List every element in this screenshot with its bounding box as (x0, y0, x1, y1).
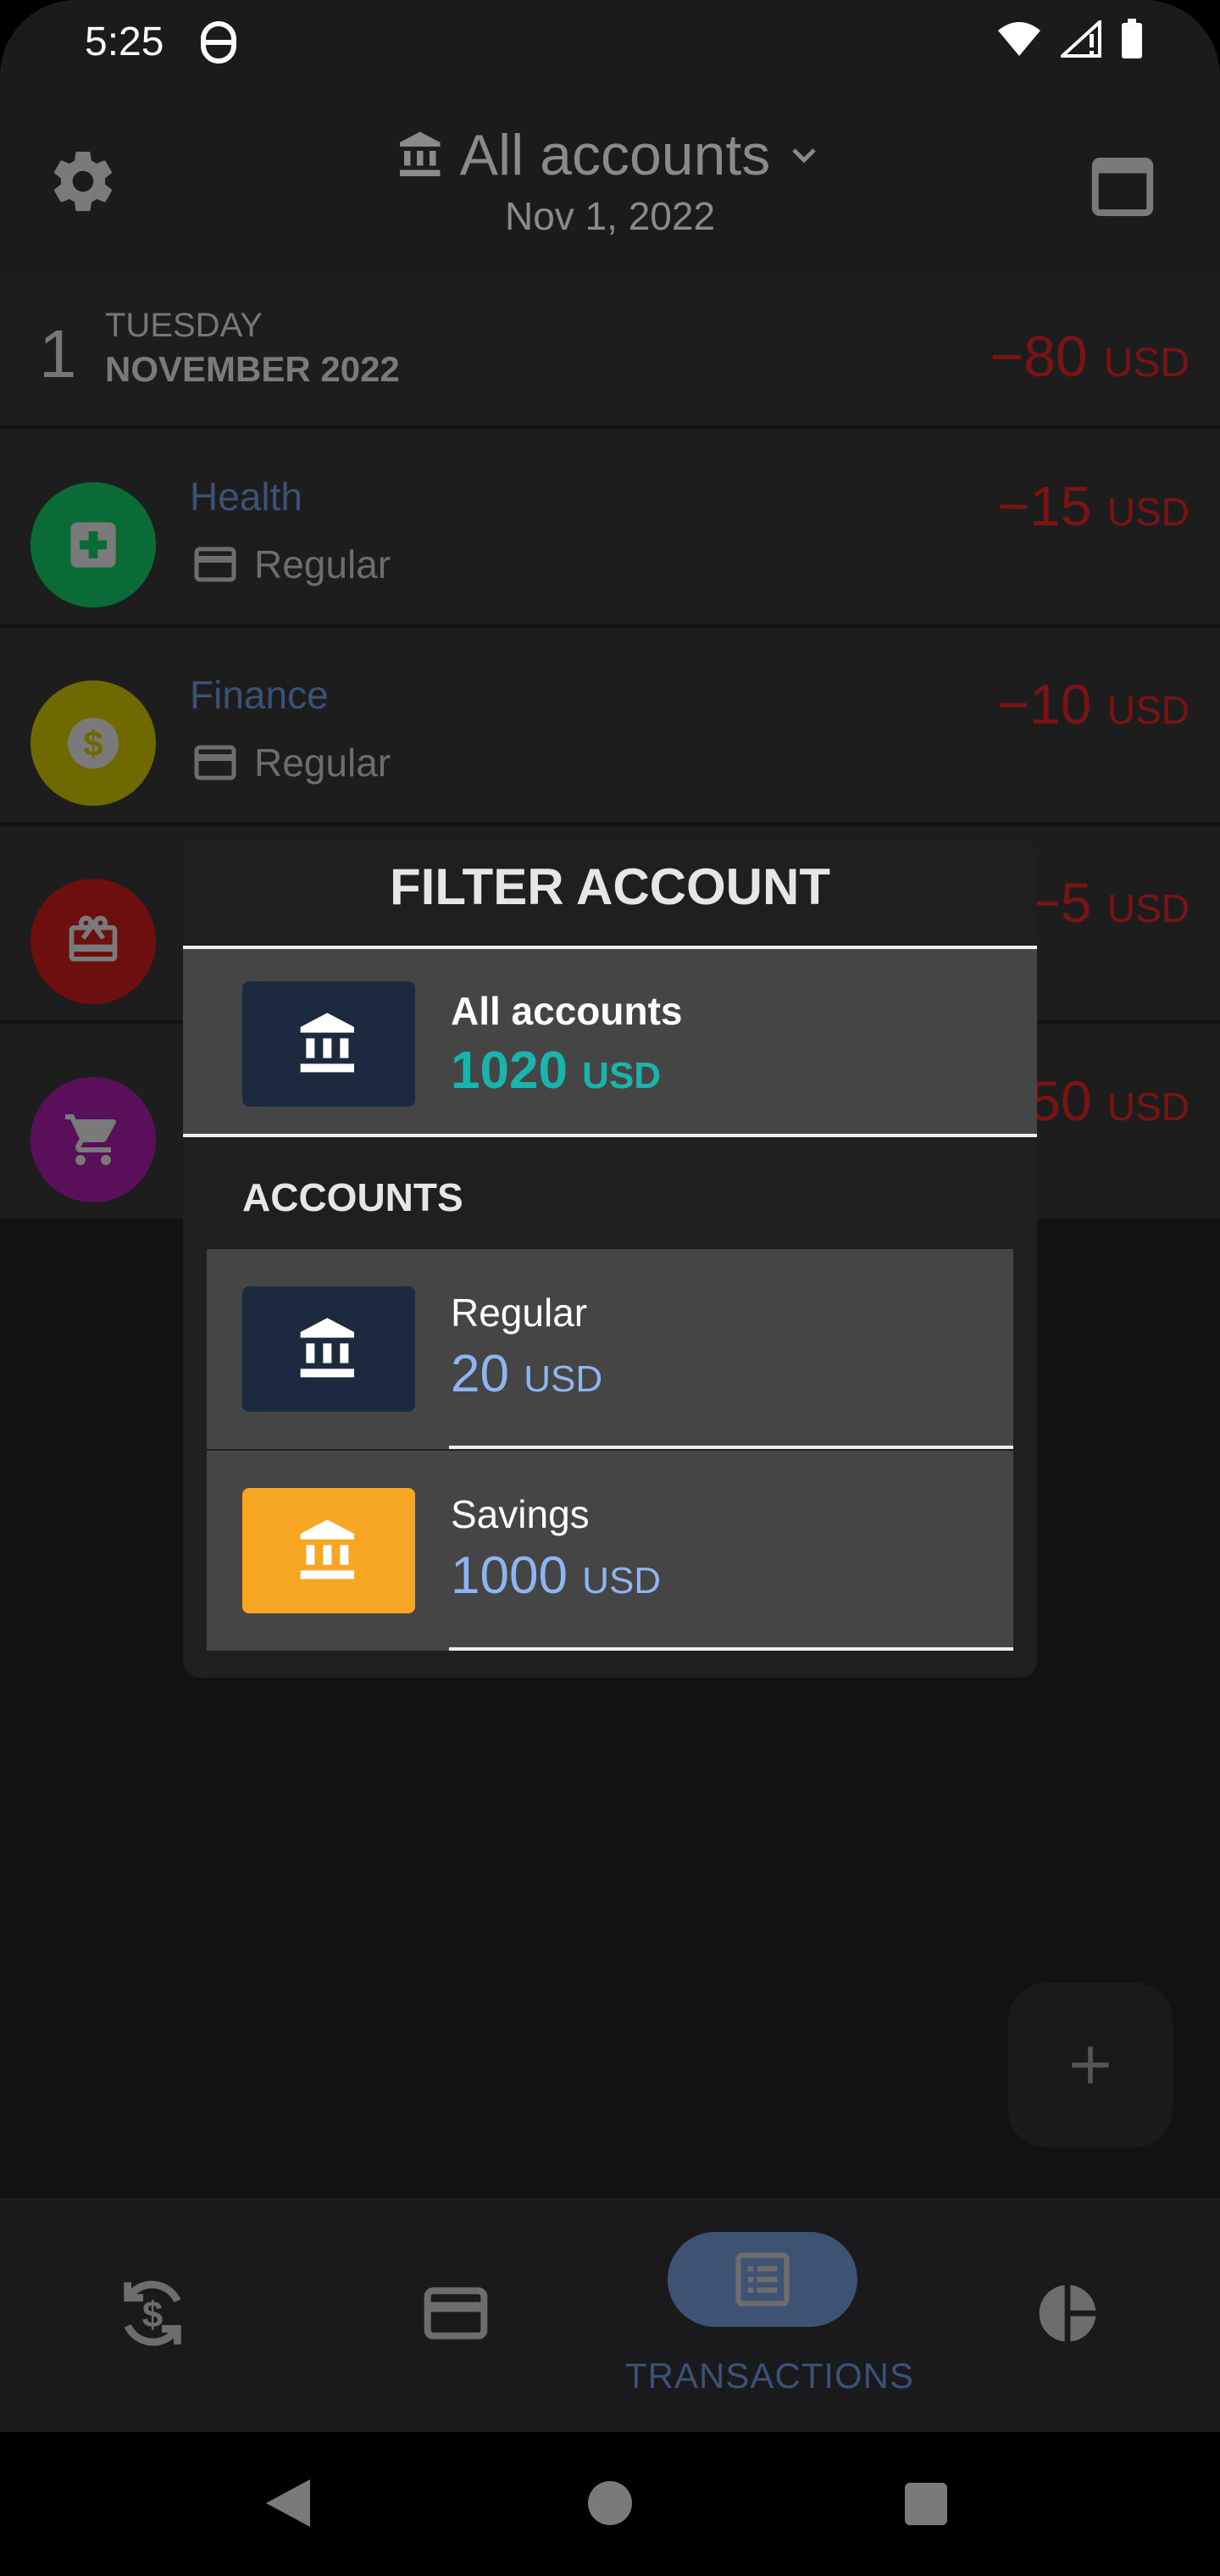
day-number: 1 (39, 316, 77, 391)
nav-item-transactions[interactable] (668, 2232, 857, 2327)
plus-icon (1072, 2046, 1109, 2084)
divider (449, 1446, 1013, 1449)
account-selector[interactable]: All accounts (0, 122, 1220, 188)
category-circle: $ (30, 680, 156, 806)
credit-card-icon (424, 2287, 488, 2340)
bank-icon (399, 131, 441, 176)
system-navigation-bar (0, 2432, 1220, 2576)
dialog-title: FILTER ACCOUNT (390, 858, 830, 915)
gift-icon (69, 915, 118, 962)
medical-cross-icon (70, 522, 116, 568)
amount-currency: USD (1106, 886, 1190, 930)
account-tile (242, 1286, 415, 1412)
bank-icon (300, 1519, 354, 1579)
calendar-icon[interactable] (1086, 146, 1159, 222)
nav-label-transactions: TRANSACTIONS (625, 2356, 915, 2396)
status-icons (996, 19, 1144, 59)
amount-value: −15 (996, 475, 1092, 537)
amount-value: −10 (996, 673, 1092, 736)
transaction-row[interactable]: Health Regular −15 USD (0, 427, 1220, 624)
category-circle (30, 879, 156, 1004)
account-tile (242, 981, 415, 1107)
balance-value: 20 (451, 1345, 509, 1403)
nav-item-statistics[interactable] (915, 2198, 1220, 2432)
category-circle (30, 482, 156, 608)
status-bar: 5:25 (0, 0, 1220, 85)
cellular-signal-icon (1061, 20, 1101, 58)
header-title: All accounts (459, 123, 771, 187)
nav-item-accounts[interactable] (305, 2198, 610, 2432)
svg-text:$: $ (83, 724, 103, 763)
app-header: All accounts Nov 1, 2022 (0, 85, 1220, 273)
home-circle-icon[interactable] (586, 2479, 634, 2527)
transactions-list-icon (735, 2252, 790, 2307)
credit-card-icon (194, 547, 236, 582)
app-notification-icon (201, 21, 236, 64)
bottom-navigation: $ TRANSACTIONS (0, 2198, 1220, 2432)
transaction-amount: −5 USD (1028, 870, 1190, 935)
transaction-account: Regular (193, 740, 391, 786)
transaction-row[interactable]: $ Finance Regular −10 USD (0, 625, 1220, 822)
accounts-section-label: ACCOUNTS (242, 1175, 463, 1219)
all-accounts-option[interactable]: All accounts 1020 USD (183, 946, 1037, 1137)
balance-value: 1020 (451, 1041, 568, 1100)
category-circle (30, 1077, 156, 1202)
balance-value: 1000 (451, 1546, 568, 1605)
dollar-coin-icon: $ (68, 718, 119, 769)
account-option-regular[interactable]: Regular 20 USD (207, 1249, 1013, 1449)
transaction-account: Regular (193, 541, 391, 587)
shopping-cart-icon (65, 1114, 117, 1165)
account-balance: 1000 USD (451, 1546, 661, 1606)
recurring-dollar-icon: $ (124, 2280, 181, 2346)
day-total-currency: USD (1103, 341, 1190, 386)
all-accounts-name: All accounts (451, 989, 683, 1033)
day-month: NOVEMBER 2022 (105, 349, 400, 389)
transaction-account-name: Regular (254, 741, 391, 785)
transaction-category: Finance (190, 673, 329, 717)
amount-currency: USD (1106, 490, 1190, 534)
recents-square-icon[interactable] (903, 2481, 949, 2527)
account-name: Regular (451, 1291, 588, 1335)
transaction-amount: 50 USD (1029, 1069, 1190, 1133)
bank-icon (300, 1318, 354, 1378)
nav-item-recurring[interactable]: $ (0, 2198, 305, 2432)
account-name: Savings (451, 1492, 590, 1536)
all-accounts-balance: 1020 USD (451, 1041, 661, 1101)
pie-chart-icon (1039, 2285, 1096, 2342)
chevron-down-icon (792, 148, 817, 164)
wifi-icon (998, 22, 1040, 56)
day-weekday: TUESDAY (105, 307, 263, 344)
divider (449, 1647, 1013, 1651)
balance-currency: USD (524, 1358, 603, 1400)
transaction-amount: −15 USD (997, 474, 1190, 538)
amount-value: −5 (1028, 871, 1092, 934)
day-total-amount: −80 (990, 325, 1088, 389)
amount-value: 50 (1029, 1069, 1092, 1132)
battery-icon (1122, 19, 1142, 58)
day-group-header: 1 TUESDAY NOVEMBER 2022 −80 USD (0, 273, 1220, 425)
account-option-savings[interactable]: Savings 1000 USD (207, 1451, 1013, 1651)
credit-card-icon (194, 745, 236, 780)
header-date: Nov 1, 2022 (504, 194, 716, 238)
add-transaction-button[interactable] (1008, 1983, 1173, 2147)
transaction-amount: −10 USD (997, 672, 1190, 736)
balance-currency: USD (582, 1560, 662, 1602)
transaction-account-name: Regular (254, 542, 391, 586)
amount-currency: USD (1106, 1085, 1190, 1129)
phone-screen: 5:25 All accounts Nov 1, 2022 1 TUESDAY … (0, 0, 1220, 2576)
svg-text:$: $ (142, 2295, 163, 2336)
transaction-category: Health (190, 475, 302, 519)
day-total: −80 USD (990, 324, 1190, 390)
filter-account-dialog: FILTER ACCOUNT All accounts 1020 USD ACC… (183, 837, 1037, 1678)
account-tile (242, 1488, 415, 1613)
status-time: 5:25 (85, 19, 164, 64)
amount-currency: USD (1106, 688, 1190, 732)
bank-icon (300, 1013, 354, 1073)
balance-currency: USD (582, 1055, 662, 1096)
account-balance: 20 USD (451, 1344, 602, 1404)
back-triangle-icon[interactable] (263, 2476, 313, 2530)
